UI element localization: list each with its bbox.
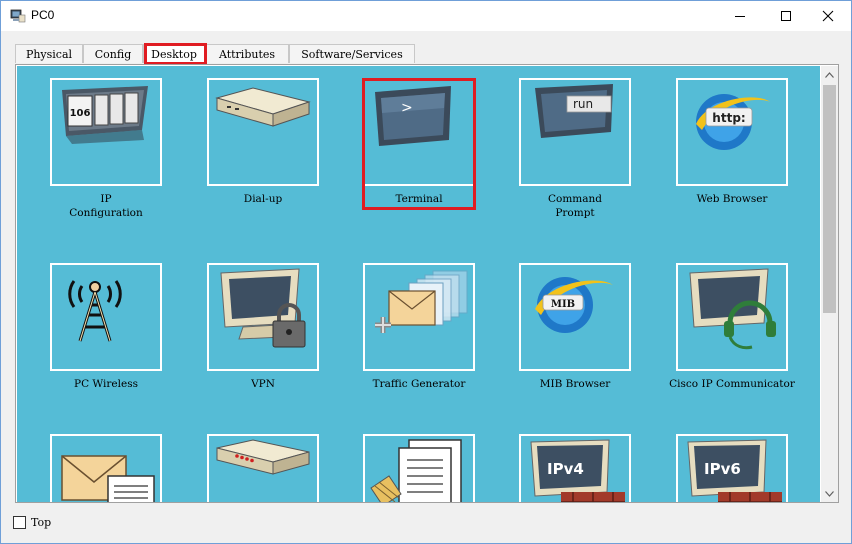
- terminal-prompt-text: >: [401, 100, 413, 116]
- app-label: Dial-up: [243, 193, 283, 205]
- app-tile-box: IPv6: [676, 434, 788, 502]
- desktop-panel: 106 IP Configuration Dial-up > Terminal …: [15, 64, 839, 503]
- app-tile-box: >: [363, 78, 475, 186]
- close-button[interactable]: [805, 1, 851, 31]
- text-editor-icon: [370, 439, 462, 502]
- app-label: MIB Browser: [539, 378, 611, 390]
- app-label: PC Wireless: [74, 378, 138, 390]
- window-title: PC0: [31, 8, 55, 22]
- app-tile-box: http:: [676, 78, 788, 186]
- pc-wireless-icon: [68, 280, 122, 342]
- pc0-window: PC0 Physical Config Desktop Attributes S…: [0, 0, 852, 544]
- app-tile-box: [363, 263, 475, 371]
- app-tile-box: IPv4: [519, 434, 631, 502]
- app-label: Web Browser: [696, 193, 768, 205]
- app-tile-box: [676, 263, 788, 371]
- minimize-button[interactable]: [717, 1, 763, 31]
- terminal-icon: >: [375, 86, 451, 146]
- app-tile-box: [207, 434, 319, 502]
- app-label: IP Configuration: [69, 193, 143, 219]
- firewall-ipv6-icon: IPv6: [687, 439, 782, 502]
- tab-config[interactable]: Config: [83, 44, 143, 63]
- minimize-icon: [735, 16, 745, 17]
- app-tile-box: [50, 434, 162, 502]
- traffic-generator-icon: [375, 270, 468, 333]
- email-icon: [61, 455, 155, 502]
- tab-attributes[interactable]: Attributes: [205, 44, 289, 63]
- title-bar: PC0: [1, 1, 851, 31]
- top-checkbox[interactable]: [13, 516, 26, 529]
- ipv4-icon-text: IPv4: [547, 460, 584, 478]
- app-tile-box: MIB: [519, 263, 631, 371]
- app-label: Command Prompt: [547, 193, 602, 219]
- tab-label: Config: [94, 47, 132, 61]
- vpn-icon: [220, 268, 306, 348]
- web-browser-icon-text: http:: [712, 111, 745, 125]
- app-tile-box: 106: [50, 78, 162, 186]
- maximize-icon: [781, 11, 791, 21]
- app-label: VPN: [251, 378, 275, 390]
- tab-bar: Physical Config Desktop Attributes Softw…: [15, 44, 415, 64]
- command-prompt-icon-text: run: [573, 97, 593, 111]
- vertical-scrollbar[interactable]: [821, 66, 838, 502]
- ip-config-icon-text: 106: [70, 108, 91, 119]
- maximize-button[interactable]: [763, 1, 809, 31]
- tab-software-services[interactable]: Software/Services: [289, 44, 415, 63]
- close-icon: [822, 10, 834, 22]
- cisco-ip-communicator-icon: [689, 268, 776, 350]
- scroll-up-button[interactable]: [821, 66, 838, 83]
- app-tile-box: [207, 263, 319, 371]
- pppoe-dialer-icon: [216, 439, 310, 475]
- scroll-down-button[interactable]: [821, 485, 838, 502]
- tab-label: Attributes: [218, 47, 276, 61]
- chevron-down-icon: [825, 490, 834, 497]
- tab-label: Software/Services: [301, 47, 403, 61]
- app-label: Terminal: [395, 193, 443, 205]
- command-prompt-icon: run: [535, 84, 613, 138]
- tab-desktop[interactable]: Desktop: [143, 44, 205, 63]
- ip-configuration-icon: 106: [62, 86, 148, 144]
- dial-up-modem-icon: [215, 87, 311, 127]
- desktop-canvas: 106 IP Configuration Dial-up > Terminal …: [17, 66, 820, 502]
- tab-label: Desktop: [151, 47, 197, 61]
- app-tile-box: run: [519, 78, 631, 186]
- scroll-thumb[interactable]: [823, 85, 836, 313]
- app-label: Cisco IP Communicator: [669, 378, 795, 390]
- top-checkbox-label: Top: [31, 516, 52, 529]
- pc-monitor-icon: [10, 9, 26, 23]
- app-label: Traffic Generator: [372, 378, 466, 390]
- mib-browser-icon: MIB: [535, 277, 613, 333]
- mib-icon-text: MIB: [551, 299, 575, 310]
- firewall-ipv4-icon: IPv4: [530, 439, 625, 502]
- app-tile-box: [50, 263, 162, 371]
- app-tile-box: [363, 434, 475, 502]
- app-tile-box: [207, 78, 319, 186]
- chevron-up-icon: [825, 71, 834, 78]
- tab-label: Physical: [25, 47, 73, 61]
- ipv6-icon-text: IPv6: [704, 460, 741, 478]
- tab-physical[interactable]: Physical: [15, 44, 83, 63]
- web-browser-icon: http:: [696, 94, 770, 150]
